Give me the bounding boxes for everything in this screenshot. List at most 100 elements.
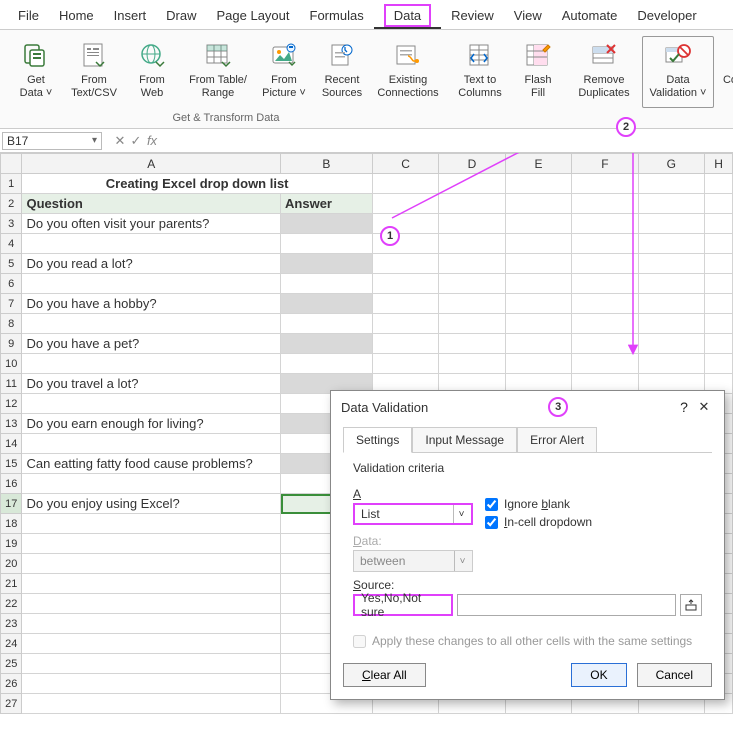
row-header-14[interactable]: 14 xyxy=(1,434,22,454)
row-header-1[interactable]: 1 xyxy=(1,174,22,194)
answer-cell[interactable] xyxy=(281,294,373,314)
cell[interactable] xyxy=(372,314,438,334)
source-input-ext[interactable] xyxy=(457,594,676,616)
cell[interactable] xyxy=(22,234,281,254)
ok-button[interactable]: OK xyxy=(571,663,626,687)
cell[interactable] xyxy=(439,194,505,214)
dialog-tab-settings[interactable]: Settings xyxy=(343,427,412,453)
ribbon-data-button[interactable]: DataValidation ˅ xyxy=(642,36,714,108)
row-header-16[interactable]: 16 xyxy=(1,474,22,494)
cell[interactable] xyxy=(439,274,505,294)
cell[interactable] xyxy=(372,254,438,274)
question-cell[interactable]: Do you earn enough for living? xyxy=(22,414,281,434)
row-header-7[interactable]: 7 xyxy=(1,294,22,314)
cell[interactable] xyxy=(281,234,373,254)
row-header-20[interactable]: 20 xyxy=(1,554,22,574)
answer-cell[interactable] xyxy=(281,254,373,274)
tab-automate[interactable]: Automate xyxy=(552,4,628,29)
cell[interactable] xyxy=(572,334,638,354)
cell[interactable] xyxy=(439,294,505,314)
cell[interactable] xyxy=(22,314,281,334)
check-icon[interactable]: ✓ xyxy=(128,133,144,149)
question-cell[interactable]: Do you have a pet? xyxy=(22,334,281,354)
close-button[interactable]: ✕ xyxy=(694,399,714,415)
row-header-25[interactable]: 25 xyxy=(1,654,22,674)
checkbox-input[interactable] xyxy=(485,498,498,511)
row-header-11[interactable]: 11 xyxy=(1,374,22,394)
name-box[interactable]: B17 ▾ xyxy=(2,132,102,150)
cell[interactable] xyxy=(22,394,281,414)
cell[interactable] xyxy=(705,274,733,294)
ribbon-from-button[interactable]: FromWeb xyxy=(124,36,180,108)
allow-select[interactable]: List ˅ xyxy=(353,503,473,525)
cell[interactable] xyxy=(22,474,281,494)
cell[interactable] xyxy=(372,194,438,214)
row-header-26[interactable]: 26 xyxy=(1,674,22,694)
formula-input[interactable] xyxy=(160,131,731,150)
cell[interactable] xyxy=(572,274,638,294)
cell[interactable] xyxy=(638,334,705,354)
cell[interactable] xyxy=(705,354,733,374)
cell[interactable] xyxy=(572,354,638,374)
cell[interactable] xyxy=(705,334,733,354)
cell[interactable] xyxy=(22,514,281,534)
cell[interactable] xyxy=(505,294,571,314)
cell[interactable] xyxy=(572,234,638,254)
cell[interactable] xyxy=(439,314,505,334)
cell[interactable] xyxy=(439,234,505,254)
title-cell[interactable]: Creating Excel drop down list xyxy=(22,174,372,194)
cell[interactable] xyxy=(638,294,705,314)
cell[interactable] xyxy=(505,354,571,374)
cell[interactable] xyxy=(705,174,733,194)
cell[interactable] xyxy=(572,214,638,234)
row-header-12[interactable]: 12 xyxy=(1,394,22,414)
cell[interactable] xyxy=(439,174,505,194)
cell[interactable] xyxy=(22,354,281,374)
cell[interactable] xyxy=(505,194,571,214)
row-header-13[interactable]: 13 xyxy=(1,414,22,434)
tab-formulas[interactable]: Formulas xyxy=(300,4,374,29)
cell[interactable] xyxy=(22,554,281,574)
chevron-down-icon[interactable]: ˅ xyxy=(453,505,469,523)
cell[interactable] xyxy=(281,274,373,294)
cell[interactable] xyxy=(372,294,438,314)
question-cell[interactable]: Do you have a hobby? xyxy=(22,294,281,314)
cell[interactable] xyxy=(505,214,571,234)
answer-cell[interactable] xyxy=(281,334,373,354)
cell[interactable] xyxy=(22,594,281,614)
ribbon-from-button[interactable]: FromText/CSV xyxy=(66,36,122,108)
row-header-6[interactable]: 6 xyxy=(1,274,22,294)
dialog-tab-error-alert[interactable]: Error Alert xyxy=(517,427,597,453)
cell[interactable] xyxy=(638,254,705,274)
col-header-C[interactable]: C xyxy=(372,154,438,174)
cell[interactable] xyxy=(439,214,505,234)
incell-dropdown-checkbox[interactable]: In-cell dropdown xyxy=(485,515,592,529)
ribbon-recent-button[interactable]: RecentSources xyxy=(314,36,370,108)
tab-developer[interactable]: Developer xyxy=(627,4,706,29)
row-header-4[interactable]: 4 xyxy=(1,234,22,254)
tab-home[interactable]: Home xyxy=(49,4,104,29)
question-cell[interactable]: Do you enjoy using Excel? xyxy=(22,494,281,514)
cell[interactable] xyxy=(372,354,438,374)
cell[interactable] xyxy=(505,234,571,254)
cell[interactable] xyxy=(638,194,705,214)
row-header-9[interactable]: 9 xyxy=(1,334,22,354)
tab-page-layout[interactable]: Page Layout xyxy=(207,4,300,29)
ribbon-fromtable-button[interactable]: From Table/Range xyxy=(182,36,254,108)
ignore-blank-checkbox[interactable]: Ignore blank xyxy=(485,497,592,511)
cell[interactable] xyxy=(22,274,281,294)
answer-cell[interactable] xyxy=(281,214,373,234)
row-header-5[interactable]: 5 xyxy=(1,254,22,274)
ribbon-textto-button[interactable]: Text toColumns xyxy=(452,36,508,108)
source-input[interactable]: Yes,No,Not sure xyxy=(353,594,453,616)
cell[interactable] xyxy=(372,334,438,354)
col-header-B[interactable]: B xyxy=(281,154,373,174)
cell[interactable] xyxy=(439,334,505,354)
cell[interactable] xyxy=(705,254,733,274)
cell[interactable] xyxy=(281,354,373,374)
tab-draw[interactable]: Draw xyxy=(156,4,206,29)
cell[interactable] xyxy=(572,294,638,314)
row-header-19[interactable]: 19 xyxy=(1,534,22,554)
cell[interactable] xyxy=(281,314,373,334)
cell[interactable] xyxy=(638,274,705,294)
